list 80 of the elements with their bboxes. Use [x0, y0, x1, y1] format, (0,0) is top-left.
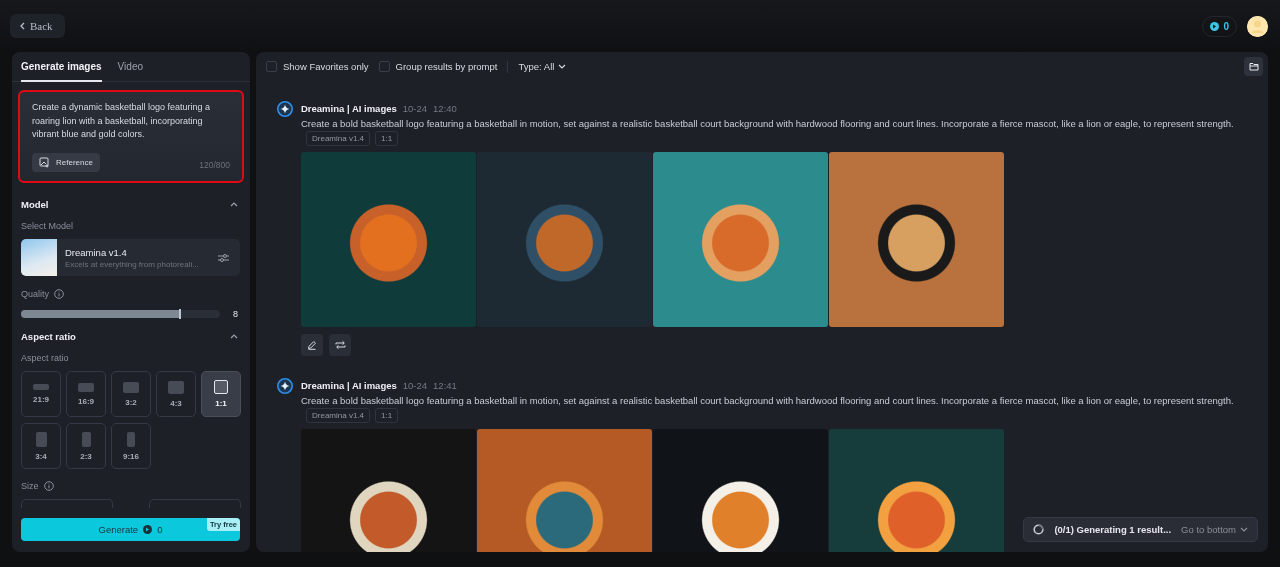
tab[interactable]: Video [117, 52, 143, 82]
quality-value: 8 [232, 309, 238, 319]
ratio-shape-icon [33, 384, 49, 390]
photo-placeholder[interactable] [301, 429, 476, 552]
chevron-up-icon[interactable] [230, 333, 238, 339]
aspect-ratio-option[interactable]: 3:2 [111, 371, 151, 417]
result-date: 10-24 [402, 379, 428, 391]
result-time: 12:41 [433, 379, 457, 391]
tag: 1:1 [375, 408, 399, 423]
aspect-ratio-option[interactable]: 1:1 [201, 371, 241, 417]
ratio-shape-icon [81, 431, 91, 447]
prompt-box[interactable]: Create a dynamic basketball logo featuring a roaring lion with a basketball, incorporating vibrant blue and gold colors. Reference 120/800 [18, 90, 244, 183]
section-title: Model [21, 198, 49, 210]
model-name: Dreamina v1.4 [65, 246, 128, 258]
slider-handle[interactable] [179, 309, 182, 319]
model-description: Excels at everything from photoreali... [65, 259, 200, 269]
sliders-icon[interactable] [218, 252, 229, 263]
credit-coin-icon [1210, 21, 1220, 31]
prompt-text: Create a dynamic basketball logo featuring a roaring lion with a basketball, incorporating vibrant blue and gold colors. [32, 101, 212, 141]
aspect-ratio-option[interactable]: 4:3 [156, 371, 196, 417]
filter-checkbox[interactable]: Show Favorites only [266, 61, 369, 72]
tag: 1:1 [375, 131, 399, 146]
ratio-shape-icon [35, 431, 47, 447]
chevron-down-icon [1240, 527, 1248, 532]
info-icon [43, 481, 54, 491]
chevron-down-icon [558, 64, 567, 69]
field-label: Aspect ratio [20, 352, 70, 365]
repeat-icon [334, 340, 346, 350]
pencil-icon [307, 340, 317, 350]
aspect-ratio-option[interactable]: 21:9 [21, 371, 61, 417]
field-label: Select Model [20, 220, 75, 233]
photo-placeholder[interactable] [829, 152, 1004, 327]
sparkle-logo-icon [277, 378, 293, 394]
field-label: Size [21, 481, 39, 491]
ratio-shape-icon [127, 431, 135, 447]
filter-checkbox[interactable]: Group results by prompt [378, 61, 498, 72]
aspect-ratio-option[interactable]: 16:9 [66, 371, 106, 417]
result-time: 12:40 [433, 102, 457, 114]
source-name: Dreamina | AI images [301, 102, 397, 114]
aspect-ratio-option[interactable]: 9:16 [111, 423, 151, 469]
tag: Dreamina v1.4 [306, 131, 371, 146]
chevron-left-icon [20, 22, 25, 30]
aspect-ratio-option[interactable]: 2:3 [66, 423, 106, 469]
folder-button[interactable] [1244, 57, 1263, 76]
folder-icon [1248, 62, 1259, 71]
model-selector[interactable]: Dreamina v1.4 Excels at everything from photoreali... [21, 239, 240, 276]
ratio-shape-icon [168, 380, 184, 394]
progress-text: (0/1) Generating 1 result... [1054, 524, 1172, 535]
regenerate-button[interactable] [329, 334, 351, 356]
back-button[interactable]: Back [10, 14, 65, 38]
photo-placeholder [21, 239, 57, 276]
ratio-shape-icon [123, 381, 139, 393]
photo-placeholder[interactable] [653, 429, 828, 552]
tab[interactable]: Generate images [21, 52, 102, 82]
credit-coin-icon [143, 525, 153, 534]
avatar-icon[interactable] [1247, 15, 1268, 37]
image-add-icon [39, 157, 50, 168]
type-dropdown[interactable]: Type: All [518, 61, 567, 72]
ratio-shape-icon [214, 380, 228, 394]
tag: Dreamina v1.4 [306, 408, 371, 423]
prompt-text: Create a bold basketball logo featuring a basketball in motion, set against a realistic basketball court background with hardwood flooring and court lines. Incorporate a fierce mascot, like a lion or eagle, to represent strength. [301, 118, 1234, 129]
go-to-bottom-link[interactable]: Go to bottom [1181, 524, 1248, 535]
quality-slider[interactable] [21, 310, 220, 318]
spinner-icon [1033, 524, 1045, 535]
sparkle-logo-icon [277, 101, 293, 117]
result-date: 10-24 [402, 102, 428, 114]
size-field[interactable] [149, 499, 241, 508]
source-name: Dreamina | AI images [301, 379, 397, 391]
reference-button[interactable]: Reference [32, 153, 100, 172]
chevron-up-icon[interactable] [230, 201, 238, 207]
cost-label: 0 [157, 524, 163, 535]
info-icon [54, 289, 64, 299]
aspect-ratio-option[interactable]: 3:4 [21, 423, 61, 469]
ratio-shape-icon [78, 382, 94, 392]
character-counter: 120/800 [199, 160, 230, 170]
prompt-text: Create a bold basketball logo featuring a basketball in motion, set against a realistic basketball court background with hardwood flooring and court lines. Incorporate a fierce mascot, like a lion or eagle, to represent strength. [301, 395, 1234, 406]
size-field[interactable] [21, 499, 113, 508]
edit-button[interactable] [301, 334, 323, 356]
field-label: Quality [21, 289, 49, 299]
section-title: Aspect ratio [21, 330, 76, 342]
